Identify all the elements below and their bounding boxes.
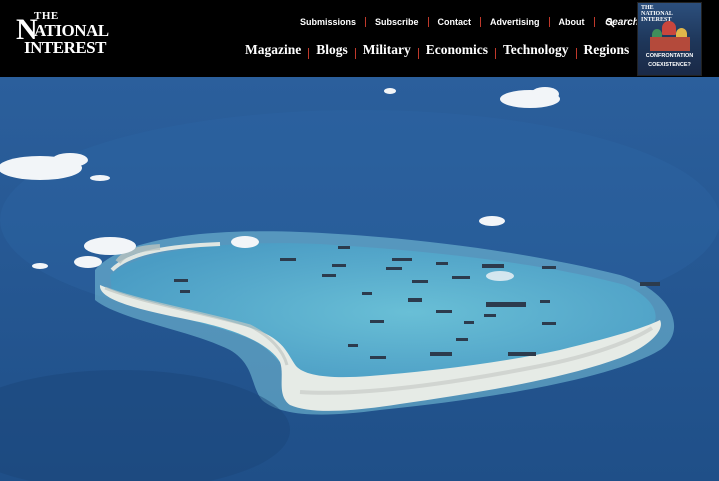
cover-brand: THE NATIONAL INTEREST xyxy=(641,5,673,23)
nav-divider xyxy=(575,47,577,59)
nav-divider xyxy=(593,17,595,27)
logo-interest: INTEREST xyxy=(24,38,106,57)
nav-divider xyxy=(548,17,550,27)
cover-headline: COEXISTENCE? xyxy=(648,62,691,68)
nav-divider xyxy=(427,17,429,27)
main-nav: Magazine Blogs Military Economics Techno… xyxy=(245,41,629,59)
nav-divider xyxy=(495,47,496,59)
nav-submissions[interactable]: Submissions xyxy=(300,17,356,27)
nav-military[interactable]: Military xyxy=(363,42,411,58)
nav-divider xyxy=(365,17,367,27)
nav-advertising[interactable]: Advertising xyxy=(490,17,540,27)
cover-headline: CONFRONTATION xyxy=(645,53,694,59)
cover-building xyxy=(650,37,690,51)
nav-about[interactable]: About xyxy=(559,17,585,27)
site-logo[interactable]: THE N ATIONAL INTEREST xyxy=(16,10,112,58)
magazine-cover[interactable]: THE NATIONAL INTEREST CONFRONTATION COEX… xyxy=(637,2,702,76)
nav-divider xyxy=(480,17,482,27)
cover-dome xyxy=(662,21,676,35)
nav-contact[interactable]: Contact xyxy=(438,17,472,27)
nav-regions[interactable]: Regions xyxy=(584,42,630,58)
search-icon[interactable] xyxy=(605,18,615,28)
nav-subscribe[interactable]: Subscribe xyxy=(375,17,419,27)
nav-blogs[interactable]: Blogs xyxy=(316,42,348,58)
nav-economics[interactable]: Economics xyxy=(426,42,488,58)
reef-photo xyxy=(0,77,719,481)
nav-divider xyxy=(417,47,419,59)
nav-divider xyxy=(354,47,356,59)
nav-magazine[interactable]: Magazine xyxy=(245,42,301,58)
utility-nav: Submissions Subscribe Contact Advertisin… xyxy=(300,15,639,29)
nav-divider xyxy=(308,47,310,59)
hero-image xyxy=(0,77,719,481)
nav-technology[interactable]: Technology xyxy=(503,42,569,58)
site-header: THE N ATIONAL INTEREST Submissions Subsc… xyxy=(0,0,719,77)
